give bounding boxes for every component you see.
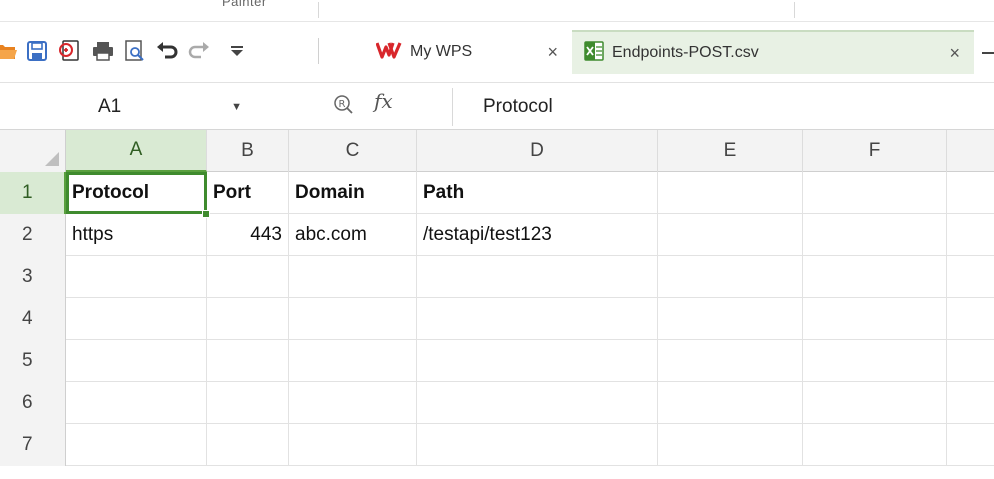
cell[interactable] (803, 424, 947, 466)
formula-bar: A1 ▼ R fx Protocol (0, 82, 994, 130)
column-header-f[interactable]: F (803, 130, 947, 172)
cell-c1[interactable]: Domain (289, 172, 417, 214)
fill-handle[interactable] (202, 210, 210, 218)
spreadsheet-grid: A B C D E F 1 Protocol Port Domain Path … (0, 130, 994, 479)
table-row: 3 (0, 256, 994, 298)
cell[interactable] (289, 382, 417, 424)
cell[interactable] (803, 256, 947, 298)
table-row: 1 Protocol Port Domain Path (0, 172, 994, 214)
format-painter-label[interactable]: Painter (222, 0, 267, 9)
quick-access-toolbar: My WPS × Endpoints-POST.csv × (0, 22, 994, 82)
ribbon-divider (318, 2, 319, 18)
name-box-value: A1 (98, 96, 122, 117)
insert-function-icon[interactable]: fx (374, 89, 393, 113)
tab-close-icon[interactable]: × (949, 43, 960, 64)
cell[interactable] (66, 424, 207, 466)
chevron-down-icon[interactable]: ▼ (231, 101, 242, 113)
cell[interactable] (417, 382, 658, 424)
cell[interactable] (658, 256, 803, 298)
cell-f2[interactable] (803, 214, 947, 256)
tab-my-wps[interactable]: My WPS × (375, 30, 572, 74)
cell[interactable] (658, 382, 803, 424)
column-header-e[interactable]: E (658, 130, 803, 172)
new-tab-icon[interactable] (982, 52, 994, 54)
column-header-b[interactable]: B (207, 130, 289, 172)
cell-b2[interactable]: 443 (207, 214, 289, 256)
select-all-icon (45, 152, 59, 166)
export-pdf-icon[interactable] (56, 36, 82, 66)
column-header-c[interactable]: C (289, 130, 417, 172)
print-preview-icon[interactable] (122, 36, 148, 66)
column-header-d[interactable]: D (417, 130, 658, 172)
toolbar-divider (318, 38, 319, 64)
tab-label: My WPS (410, 43, 473, 60)
cell[interactable] (207, 256, 289, 298)
cell[interactable] (207, 298, 289, 340)
row-header[interactable]: 1 (0, 172, 66, 214)
cell-d2[interactable]: /testapi/test123 (417, 214, 658, 256)
customize-dropdown-icon[interactable] (224, 36, 250, 66)
cell[interactable] (289, 256, 417, 298)
cell-e2[interactable] (658, 214, 803, 256)
row-header[interactable]: 7 (0, 424, 66, 466)
cell[interactable] (803, 298, 947, 340)
table-row: 5 (0, 340, 994, 382)
wps-logo-icon (375, 41, 402, 64)
tab-label: Endpoints-POST.csv (612, 44, 759, 61)
name-box[interactable]: A1 ▼ (66, 89, 252, 125)
cell[interactable] (289, 424, 417, 466)
table-row: 4 (0, 298, 994, 340)
spreadsheet-file-icon (584, 40, 604, 66)
tab-endpoints-post-csv[interactable]: Endpoints-POST.csv × (572, 30, 974, 74)
save-icon[interactable] (24, 36, 50, 66)
cell[interactable] (803, 340, 947, 382)
cell[interactable] (803, 382, 947, 424)
cell[interactable] (66, 382, 207, 424)
ribbon-remnant: Painter (0, 0, 994, 22)
cell[interactable] (658, 424, 803, 466)
table-row: 2 https 443 abc.com /testapi/test123 (0, 214, 994, 256)
cell[interactable] (289, 340, 417, 382)
undo-icon[interactable] (154, 36, 180, 66)
tab-close-icon[interactable]: × (547, 42, 558, 63)
cell-f1[interactable] (803, 172, 947, 214)
zoom-formula-icon[interactable]: R (332, 93, 354, 120)
formula-input[interactable]: Protocol (452, 88, 994, 126)
cell[interactable] (417, 340, 658, 382)
cell[interactable] (658, 340, 803, 382)
svg-text:R: R (339, 99, 346, 110)
cell[interactable] (289, 298, 417, 340)
cell[interactable] (658, 298, 803, 340)
formula-value: Protocol (483, 96, 553, 117)
select-all-corner[interactable] (0, 130, 66, 172)
open-folder-icon[interactable] (0, 36, 18, 66)
table-row: 6 (0, 382, 994, 424)
ribbon-divider (794, 2, 795, 18)
cell-e1[interactable] (658, 172, 803, 214)
cell[interactable] (207, 424, 289, 466)
row-header[interactable]: 2 (0, 214, 66, 256)
cell[interactable] (207, 382, 289, 424)
cell-a2[interactable]: https (66, 214, 207, 256)
column-header-row: A B C D E F (0, 130, 994, 172)
row-header[interactable]: 3 (0, 256, 66, 298)
cell-c2[interactable]: abc.com (289, 214, 417, 256)
row-header[interactable]: 5 (0, 340, 66, 382)
redo-icon[interactable] (186, 36, 212, 66)
cell-a1[interactable]: Protocol (66, 172, 207, 214)
cell-d1[interactable]: Path (417, 172, 658, 214)
column-header-a[interactable]: A (66, 130, 207, 172)
table-row: 7 (0, 424, 994, 466)
print-icon[interactable] (90, 36, 116, 66)
cell-b1[interactable]: Port (207, 172, 289, 214)
cell[interactable] (66, 298, 207, 340)
cell[interactable] (66, 340, 207, 382)
cell[interactable] (66, 256, 207, 298)
row-header[interactable]: 4 (0, 298, 66, 340)
row-header[interactable]: 6 (0, 382, 66, 424)
cell[interactable] (417, 424, 658, 466)
cell[interactable] (417, 256, 658, 298)
cell[interactable] (417, 298, 658, 340)
cell[interactable] (207, 340, 289, 382)
